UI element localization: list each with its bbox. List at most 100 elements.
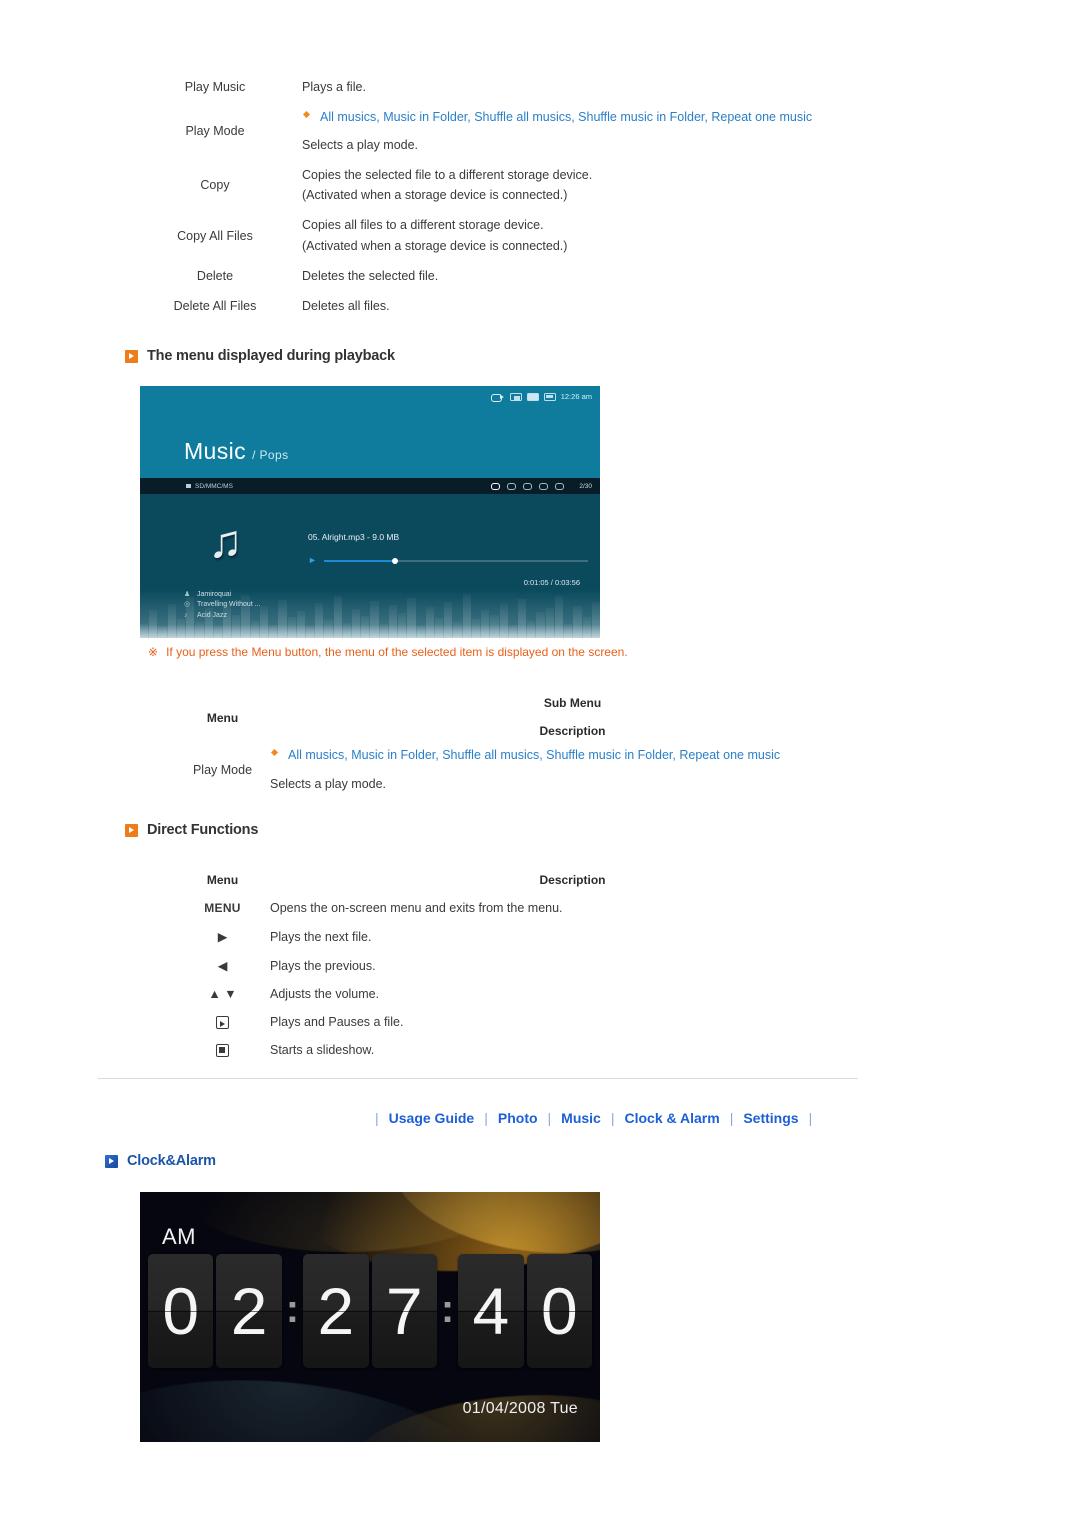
visualizer-bar [269,624,278,638]
table-row: Copy All Files Copies all files to a dif… [140,210,860,261]
visualizer-bar [499,604,508,638]
option-menu-label: Play Music [184,80,246,95]
arrow-square-icon [125,823,138,837]
note-text: If you press the Menu button, the menu o… [166,645,628,659]
visualizer-bar [315,603,324,638]
clock-digit-second-ones: 0 [526,1254,593,1368]
visualizer-bar [287,616,296,638]
section-heading-playback: The menu displayed during playback [125,348,395,364]
sub-option-line: All musics, Music in Folder, Shuffle all… [270,745,875,767]
progress-bar[interactable] [323,557,588,564]
visualizer-bar [407,597,416,638]
column-header-menu: Menu [206,873,239,887]
option-desc-cell: Deletes the selected file. [290,261,860,291]
option-desc-cell: Deletes all files. [290,291,860,321]
progress-knob[interactable] [392,557,399,564]
option-desc-cell: All musics, Music in Folder, Shuffle all… [290,102,860,160]
visualizer-bar [508,624,517,638]
visualizer-bar [453,621,462,638]
line-spacer [302,128,860,135]
desc-line: Plays a file. [302,80,366,94]
section-heading-text: Clock&Alarm [127,1153,216,1169]
desc-line: (Activated when a storage device is conn… [302,188,568,202]
section-heading-direct-functions: Direct Functions [125,822,258,838]
nav-separator: | [729,1110,734,1126]
music-note-glyph: ♫ [208,515,243,567]
visualizer-bar [471,618,481,638]
visualizer-bar [213,625,222,638]
direct-key-menu: MENU [204,901,241,915]
bullet-diamond-icon [270,749,279,757]
memory-icon [526,392,539,401]
album-art-icon: ♫ [208,518,266,580]
background-wave [180,1192,510,1252]
nav-link-clock-alarm[interactable]: Clock & Alarm [625,1110,720,1126]
player-title-sub: / Pops [252,448,289,462]
repeat-all-icon [491,482,501,490]
nav-separator: | [808,1110,813,1126]
visualizer-bar [536,612,545,638]
sub-option-line: All musics, Music in Folder, Shuffle all… [302,107,860,127]
section-heading-text: The menu displayed during playback [147,348,395,364]
table-row: MENU Opens the on-screen menu and exits … [175,894,875,922]
clock-digit-second-tens: 4 [458,1254,525,1368]
shuffle-folder-icon [539,482,549,490]
option-desc-cell: Plays a file. [290,72,860,102]
visualizer-bar [379,623,388,638]
nav-link-usage-guide[interactable]: Usage Guide [389,1110,475,1126]
direct-key-play-pause-cell [175,1008,270,1036]
visualizer-bar [204,608,213,638]
clock-colon: : [285,1287,300,1331]
visualizer-bar [591,602,600,638]
clock-date: 01/04/2008 Tue [462,1400,578,1417]
clock-digits: 0 2 : 2 7 : 4 0 [148,1254,593,1368]
visualizer-bar [176,618,186,638]
nav-link-settings[interactable]: Settings [743,1110,798,1126]
player-source-label: SD/MMC/MS [186,483,233,490]
desc-line: (Activated when a storage device is conn… [302,238,568,253]
visualizer-bar [444,601,453,638]
section-heading-text: Direct Functions [147,822,259,838]
visualizer-bar [259,606,269,638]
visualizer-bar [195,621,204,638]
visualizer-bar [222,602,232,638]
slideshow-key-icon [216,1044,229,1058]
submenu-menu-label: Play Mode [192,763,253,778]
nav-link-music[interactable]: Music [561,1110,601,1126]
usb-icon [490,393,505,402]
horizontal-divider [98,1078,858,1079]
desc-line: Copies the selected file to a different … [302,167,593,182]
option-menu-label: Play Mode [185,124,245,138]
direct-key-description: Starts a slideshow. [270,1043,375,1058]
sub-option-text: All musics, Music in Folder, Shuffle all… [288,748,781,763]
table-row: Delete Deletes the selected file. [140,261,860,291]
play-options-table: Play Music Plays a file. Play Mode All m… [140,72,860,321]
sd-card-icon [509,392,522,401]
direct-key-description: Plays the next file. [270,929,372,944]
visualizer-bar [342,622,352,638]
column-header-submenu: Sub Menu [543,696,602,710]
player-title: Music / Pops [184,438,288,465]
clock-alarm-screenshot: AM 0 2 : 2 7 : 4 0 01/04/2008 Tue [140,1192,600,1442]
table-row: Starts a slideshow. [175,1036,875,1064]
visualizer-bar [296,611,305,638]
visualizer-bar [140,623,149,638]
submenu-desc-cell: All musics, Music in Folder, Shuffle all… [270,745,875,795]
playback-time-label: 0:01:05 / 0:03:56 [523,578,580,587]
visualizer-bar [333,595,342,638]
music-player-screenshot: 12:26 am Music / Pops SD/MMC/MS 2/30 ♫ ♟… [140,386,600,638]
column-header-menu: Menu [206,710,239,725]
sub-option-text: All musics, Music in Folder, Shuffle all… [320,110,813,125]
direct-key-previous-icon: ◀ [217,959,228,973]
arrow-square-icon [125,349,138,363]
playback-note: ※ If you press the Menu button, the menu… [148,645,628,659]
battery-icon [543,392,556,401]
option-menu-label: Copy [200,178,230,192]
option-menu-label: Copy All Files [177,228,253,243]
section-heading-clock-alarm: Clock&Alarm [105,1153,216,1169]
clock-digit-minute-tens: 2 [303,1254,369,1368]
direct-key-description: Opens the on-screen menu and exits from … [270,901,563,915]
nav-link-photo[interactable]: Photo [498,1110,538,1126]
visualizer-bar [398,613,407,638]
visualizer-bar [554,595,564,638]
